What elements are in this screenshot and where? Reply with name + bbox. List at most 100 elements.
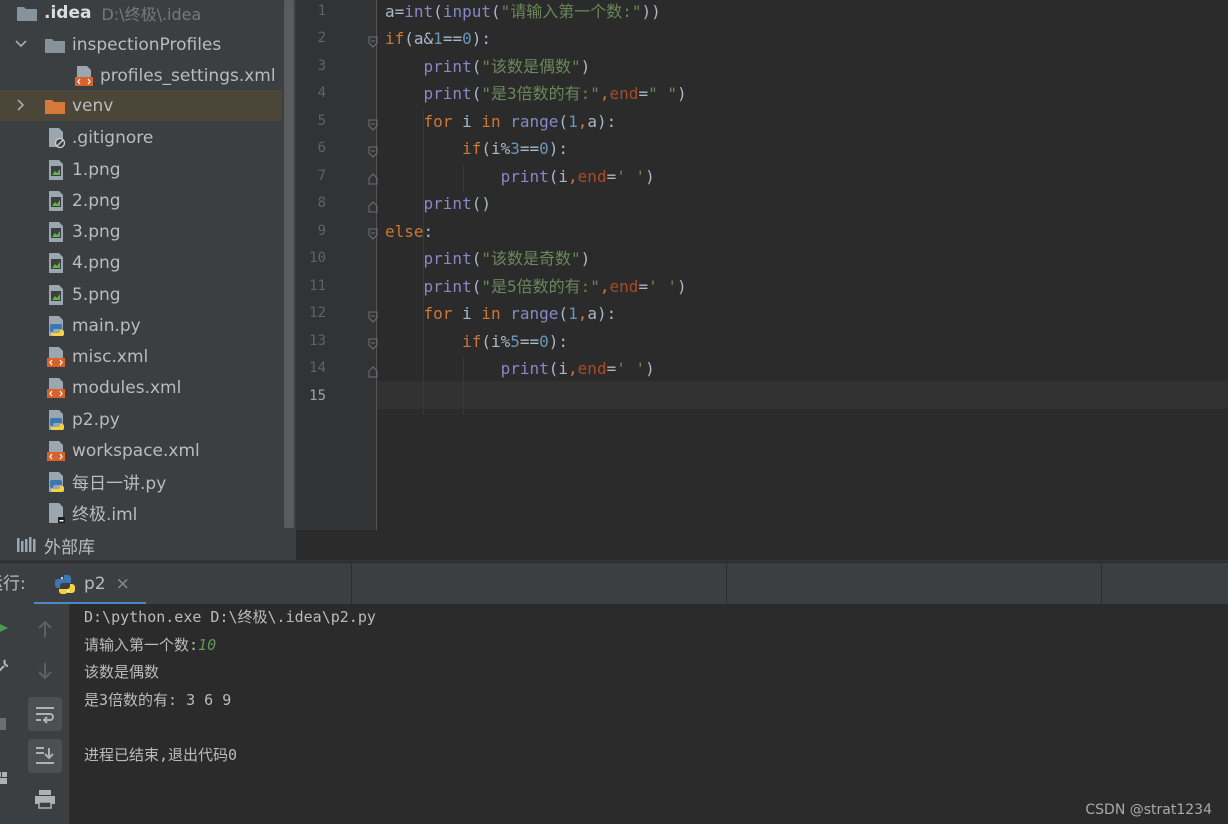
tab-p2[interactable]: p2 × [34, 563, 146, 605]
tree-item-label: inspectionProfiles [72, 34, 222, 55]
code-line[interactable]: for i in range(1,a): [385, 108, 617, 136]
console-output: 是3倍数的有: 3 6 9 [84, 691, 232, 709]
image-file-icon [46, 221, 66, 243]
folder-icon [16, 4, 38, 22]
scrollbar-thumb[interactable] [284, 0, 294, 528]
line-number: 7 [317, 168, 326, 184]
stop-icon[interactable] [0, 716, 10, 736]
tree-root-idea[interactable]: .idea D:\终极\.idea [0, 0, 282, 28]
run-side-strip [0, 604, 14, 824]
wrench-icon[interactable] [0, 658, 10, 678]
tree-item-profiles-settings-xml[interactable]: profiles_settings.xml [0, 60, 282, 91]
tree-item-4-png[interactable]: 4.png [0, 247, 282, 278]
code-line[interactable]: if(a&1==0): [385, 25, 491, 53]
layout-icon[interactable] [0, 770, 10, 790]
rerun-icon[interactable] [0, 620, 10, 640]
code-line[interactable]: print(i,end=' ') [385, 163, 655, 191]
fold-open-icon[interactable] [368, 33, 378, 48]
chevron-right-icon[interactable] [14, 98, 28, 112]
tree-item-label: 1.png [72, 159, 121, 180]
tree-item-label: 每日一讲.py [72, 474, 167, 494]
tree-item-main-py[interactable]: main.py [0, 310, 282, 341]
down-arrow-icon[interactable] [28, 654, 62, 688]
tree-item-workspace-xml[interactable]: workspace.xml [0, 435, 282, 466]
line-number: 9 [317, 223, 326, 239]
tree-item-label: .gitignore [72, 127, 154, 148]
xml-file-icon [46, 377, 66, 399]
fold-open-icon[interactable] [368, 308, 378, 323]
tree-item-label: venv [72, 95, 114, 116]
code-line[interactable]: if(i%3==0): [385, 135, 568, 163]
tree-item-5-png[interactable]: 5.png [0, 279, 282, 310]
fold-close-icon[interactable] [368, 170, 378, 185]
image-file-icon [46, 284, 66, 306]
xml-file-icon [46, 346, 66, 368]
code-line[interactable]: print(i,end=' ') [385, 355, 655, 383]
run-toolbar [14, 604, 70, 824]
tree-item-2-png[interactable]: 2.png [0, 185, 282, 216]
line-number-current: 15 [309, 388, 326, 404]
project-scrollbar[interactable] [282, 0, 296, 530]
scroll-to-end-icon[interactable] [28, 739, 62, 773]
console-prompt: 请输入第一个数: [84, 636, 199, 654]
tree-item-inspectionprofiles[interactable]: inspectionProfiles [0, 29, 282, 60]
image-file-icon [46, 190, 66, 212]
tree-item-label: workspace.xml [72, 440, 200, 461]
image-file-icon [46, 252, 66, 274]
tree-item-1-png[interactable]: 1.png [0, 154, 282, 185]
console-command: D:\python.exe D:\终极\.idea\p2.py [84, 608, 376, 626]
code-editor[interactable]: 1 2 3 4 5 6 7 8 9 10 11 12 13 14 15 a=in… [296, 0, 1228, 530]
tree-item-modules-xml[interactable]: modules.xml [0, 372, 282, 403]
soft-wrap-icon[interactable] [28, 697, 62, 731]
tree-item-label: 5.png [72, 284, 121, 305]
console-output: 该数是偶数 [84, 663, 160, 681]
code-line[interactable]: print("该数是奇数") [385, 245, 591, 273]
fold-close-icon[interactable] [368, 198, 378, 213]
line-number: 12 [309, 305, 326, 321]
tree-root-label: .idea [44, 2, 92, 23]
run-panel-title: 运行: [0, 574, 26, 594]
tree-item-iml[interactable]: 终极.iml [0, 497, 282, 528]
console-prompt-line: 请输入第一个数:10 [84, 632, 216, 660]
close-icon[interactable]: × [116, 574, 130, 594]
code-line[interactable]: print() [385, 190, 491, 218]
fold-open-icon[interactable] [368, 225, 378, 240]
fold-open-icon[interactable] [368, 116, 378, 131]
tree-item-label: p2.py [72, 409, 120, 430]
tree-item-label: 2.png [72, 190, 121, 211]
tree-item-label: profiles_settings.xml [100, 65, 276, 86]
tree-item-misc-xml[interactable]: misc.xml [0, 341, 282, 372]
up-arrow-icon[interactable] [28, 612, 62, 646]
tree-item-external-libraries[interactable]: 外部库 [0, 530, 296, 560]
tree-item-label: 终极.iml [72, 505, 138, 525]
fold-close-icon[interactable] [368, 363, 378, 378]
code-line[interactable]: print("该数是偶数") [385, 53, 591, 81]
line-number: 14 [309, 360, 326, 376]
line-number: 8 [317, 195, 326, 211]
line-number: 1 [317, 3, 326, 19]
code-line[interactable]: print("是3倍数的有:",end=" ") [385, 80, 687, 108]
line-number: 3 [317, 58, 326, 74]
fold-open-icon[interactable] [368, 335, 378, 350]
tree-item-daily-py[interactable]: 每日一讲.py [0, 466, 282, 497]
ignore-file-icon [46, 127, 66, 149]
tree-item-3-png[interactable]: 3.png [0, 216, 282, 247]
code-line[interactable]: print("是5倍数的有:",end=' ') [385, 273, 687, 301]
code-line[interactable]: for i in range(1,a): [385, 300, 617, 328]
chevron-down-icon[interactable] [14, 37, 28, 51]
tree-item-gitignore[interactable]: .gitignore [0, 122, 282, 153]
code-line[interactable]: if(i%5==0): [385, 328, 568, 356]
print-icon[interactable] [28, 782, 62, 816]
tree-item-p2-py[interactable]: p2.py [0, 404, 282, 435]
line-number: 6 [317, 140, 326, 156]
tree-item-venv[interactable]: venv [0, 90, 282, 121]
fold-open-icon[interactable] [368, 143, 378, 158]
image-file-icon [46, 159, 66, 181]
tree-item-label: main.py [72, 315, 141, 336]
code-line[interactable]: else: [385, 218, 433, 246]
header-divider [351, 563, 352, 605]
run-console[interactable]: D:\python.exe D:\终极\.idea\p2.py 请输入第一个数:… [70, 604, 1228, 824]
code-line[interactable]: a=int(input("请输入第一个数:")) [385, 0, 661, 26]
iml-file-icon [46, 502, 66, 524]
python-icon [54, 573, 76, 595]
